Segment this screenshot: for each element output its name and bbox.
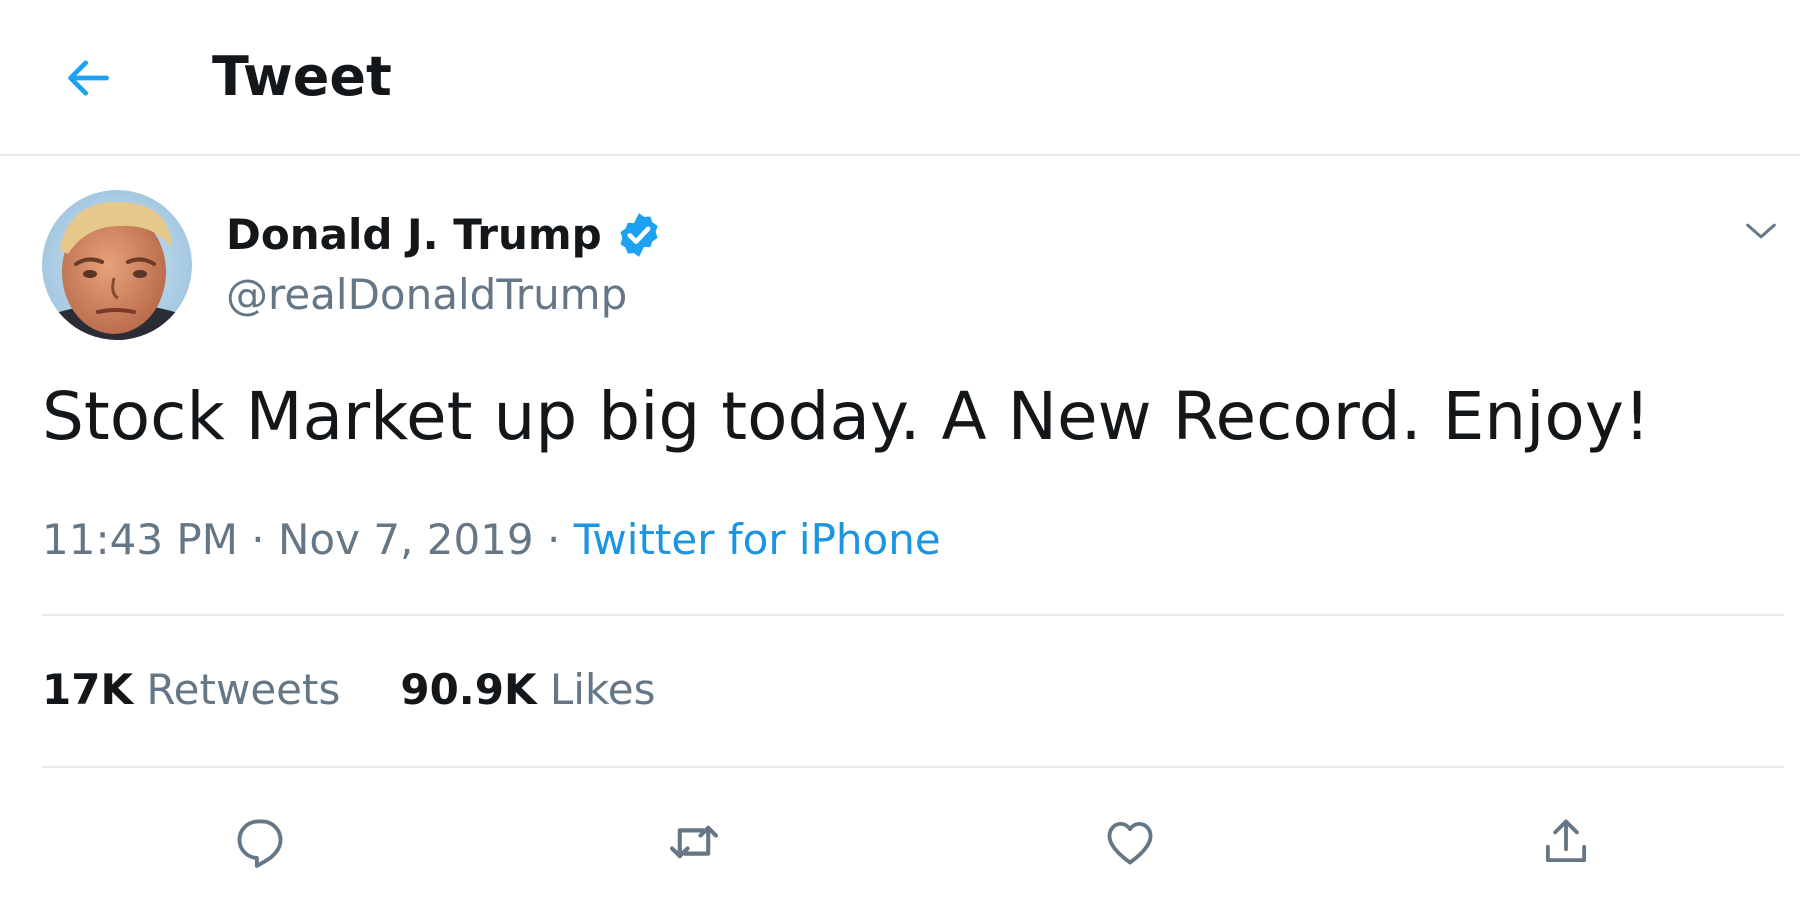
reply-icon [237,819,283,868]
page-title: Tweet [212,45,392,108]
back-button[interactable] [56,46,120,110]
share-button[interactable] [1534,810,1598,874]
likes-stat[interactable]: 90.9K Likes [400,662,655,718]
like-button[interactable] [1098,810,1162,874]
author-display-name[interactable]: Donald J. Trump [226,208,664,262]
retweets-count: 17K [42,665,133,714]
avatar[interactable] [42,190,192,340]
retweet-icon [669,825,719,859]
like-icon [1107,821,1153,865]
verified-badge-icon [620,213,658,257]
reply-button[interactable] [228,810,292,874]
retweets-stat[interactable]: 17K Retweets [42,662,340,718]
retweet-button[interactable] [662,810,726,874]
tweet-time[interactable]: 11:43 PM [42,515,238,564]
tweet-source-link[interactable]: Twitter for iPhone [574,515,941,564]
tweet-text: Stock Market up big today. A New Record.… [42,378,1651,455]
chevron-down-icon [1746,223,1776,239]
meta-separator: · [533,515,574,564]
tweet-metadata: 11:43 PM · Nov 7, 2019 · Twitter for iPh… [42,512,941,568]
author-name-text: Donald J. Trump [226,210,602,259]
page-header: Tweet [0,0,1800,156]
arrow-left-icon [68,60,109,96]
tweet-stats: 17K Retweets 90.9K Likes [42,662,656,718]
retweets-label: Retweets [146,665,341,714]
divider [42,614,1784,616]
tweet-date[interactable]: Nov 7, 2019 [278,515,534,564]
meta-separator: · [237,515,279,564]
divider [42,766,1784,768]
avatar-image [42,190,192,340]
author-handle[interactable]: @realDonaldTrump [226,268,627,322]
tweet-options-button[interactable] [1736,206,1786,256]
likes-count: 90.9K [400,665,537,714]
share-icon [1545,819,1587,863]
likes-label: Likes [549,665,656,714]
